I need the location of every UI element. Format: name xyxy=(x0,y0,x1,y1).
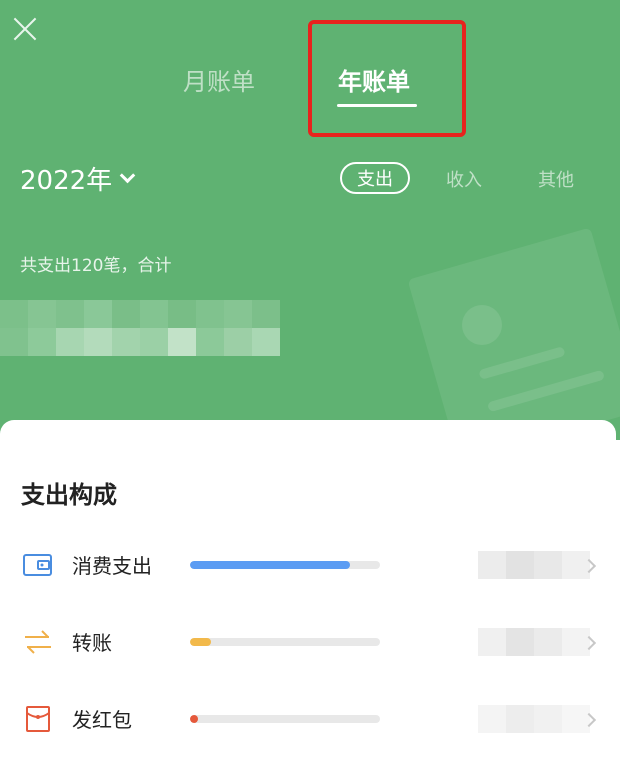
wallet-icon xyxy=(23,554,52,576)
progress-track xyxy=(190,715,380,723)
progress-fill xyxy=(190,561,350,569)
filter-expense[interactable]: 支出 xyxy=(340,162,410,194)
redacted-amount xyxy=(478,628,590,656)
bill-header: 月账单 年账单 2022年 支出 收入 其他 共支出120笔，合计 xyxy=(0,0,620,440)
row-label: 发红包 xyxy=(72,708,132,732)
composition-row-consumption[interactable]: 消费支出 xyxy=(0,540,616,590)
decorative-card xyxy=(407,227,620,440)
year-selector[interactable]: 2022年 xyxy=(20,160,136,197)
progress-fill xyxy=(190,638,211,646)
expense-summary: 共支出120笔，合计 xyxy=(20,256,172,276)
expense-composition-sheet: 支出构成 消费支出 转账 发红包 xyxy=(0,420,616,780)
row-label: 消费支出 xyxy=(72,554,152,578)
redacted-total-amount xyxy=(0,300,280,356)
progress-track xyxy=(190,561,380,569)
tab-monthly-bill[interactable]: 月账单 xyxy=(183,62,255,97)
section-title: 支出构成 xyxy=(21,481,117,509)
transfer-icon xyxy=(25,630,51,654)
close-icon[interactable] xyxy=(12,16,38,42)
progress-fill xyxy=(190,715,198,723)
filter-other[interactable]: 其他 xyxy=(538,166,574,192)
composition-row-transfer[interactable]: 转账 xyxy=(0,617,616,667)
red-packet-icon xyxy=(26,706,50,732)
highlight-annotation-box xyxy=(308,20,466,137)
redacted-amount xyxy=(478,551,590,579)
filter-income[interactable]: 收入 xyxy=(446,166,482,192)
redacted-amount xyxy=(478,705,590,733)
chevron-down-icon xyxy=(119,167,136,184)
decorative-circle xyxy=(462,305,502,345)
year-label: 2022年 xyxy=(20,166,113,196)
row-label: 转账 xyxy=(72,631,112,655)
progress-track xyxy=(190,638,380,646)
composition-row-red-packet[interactable]: 发红包 xyxy=(0,694,616,744)
